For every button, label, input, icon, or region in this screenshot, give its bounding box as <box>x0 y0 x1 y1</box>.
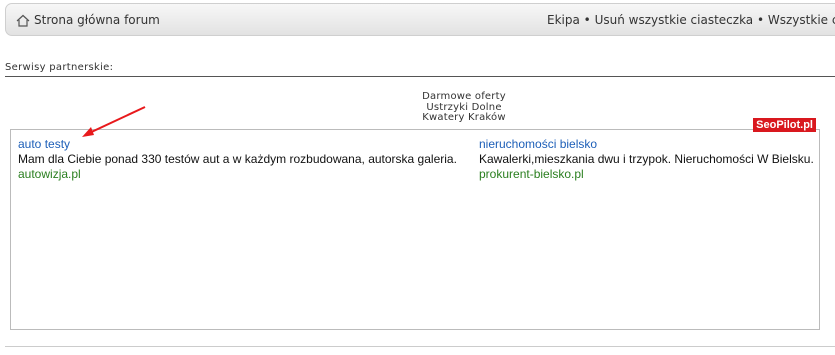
nav-separator: • <box>583 13 591 27</box>
home-link[interactable]: Strona główna forum <box>16 13 160 27</box>
partner-link-kwatery-krakow[interactable]: Kwatery Kraków <box>414 112 514 124</box>
nav-separator: • <box>756 13 765 27</box>
ad-item: nieruchomości bielsko Kawalerki,mieszkan… <box>479 137 814 182</box>
partners-heading: Serwisy partnerskie: <box>5 62 835 77</box>
bottom-divider <box>5 346 835 347</box>
ad-title-link[interactable]: nieruchomości bielsko <box>479 137 814 152</box>
ad-url-link[interactable]: prokurent-bielsko.pl <box>479 167 814 182</box>
partner-link-darmowe-oferty[interactable]: Darmowe oferty <box>414 91 514 103</box>
top-navbar: Strona główna forum Ekipa • Usuń wszystk… <box>5 3 835 36</box>
red-arrow-annotation <box>82 106 146 137</box>
home-link-label: Strona główna forum <box>34 13 160 27</box>
ad-item: auto testy Mam dla Ciebie ponad 330 test… <box>18 137 457 182</box>
ad-box: SeoPilot.pl auto testy Mam dla Ciebie po… <box>10 118 820 330</box>
home-icon <box>16 14 30 27</box>
ad-url-link[interactable]: autowizja.pl <box>18 167 457 182</box>
all-times-link[interactable]: Wszystkie cza <box>768 13 835 27</box>
nav-right-links: Ekipa • Usuń wszystkie ciasteczka • Wszy… <box>547 13 835 27</box>
team-link[interactable]: Ekipa <box>547 13 580 27</box>
ad-description: Mam dla Ciebie ponad 330 testów aut a w … <box>18 152 457 166</box>
partner-links: Darmowe oferty Ustrzyki Dolne Kwatery Kr… <box>414 91 514 124</box>
ad-description: Kawalerki,mieszkania dwu i trzypok. Nier… <box>479 152 814 166</box>
seopilot-badge[interactable]: SeoPilot.pl <box>753 118 816 132</box>
delete-cookies-link[interactable]: Usuń wszystkie ciasteczka <box>595 13 754 27</box>
